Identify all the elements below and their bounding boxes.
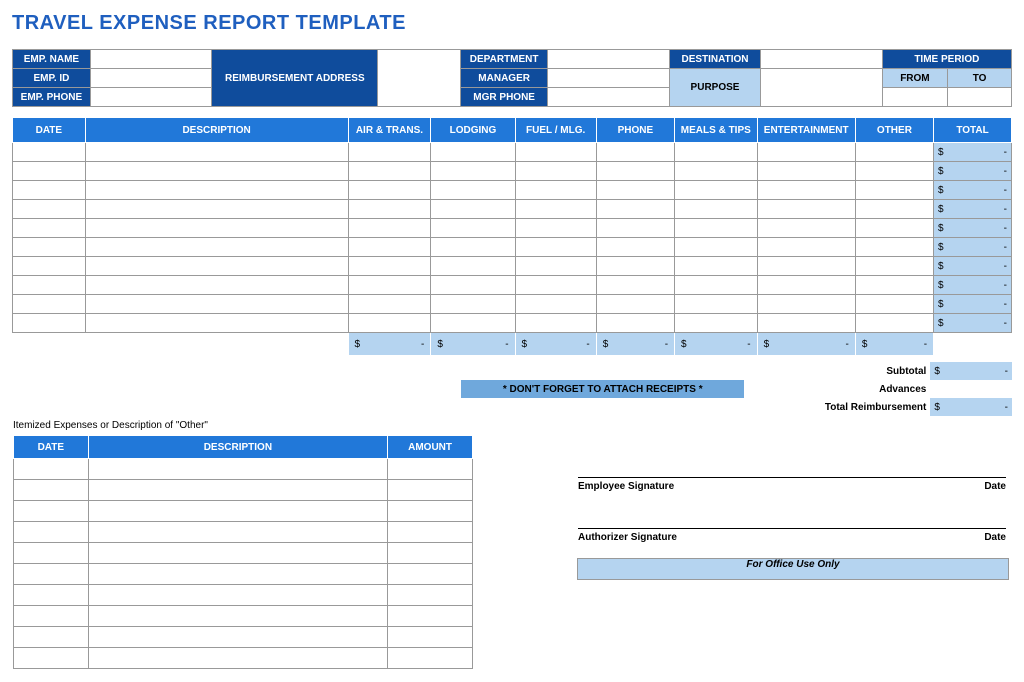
- table-row: $-: [13, 219, 1012, 238]
- sum-ent: $-: [757, 333, 855, 356]
- label-to: TO: [948, 69, 1012, 88]
- sum-meals: $-: [675, 333, 758, 356]
- table-row: $-: [13, 200, 1012, 219]
- table-row: $-: [13, 143, 1012, 162]
- itemized-table: DATE DESCRIPTION AMOUNT: [13, 435, 473, 669]
- label-emp-sig: Employee Signature: [577, 479, 909, 493]
- signature-block: Employee SignatureDate Authorizer Signat…: [577, 446, 1007, 544]
- col-ent: ENTERTAINMENT: [757, 118, 855, 143]
- table-row: $-: [13, 162, 1012, 181]
- table-row: $-: [13, 257, 1012, 276]
- input-department[interactable]: [548, 50, 669, 69]
- row-total: $-: [934, 143, 1012, 162]
- table-row: [14, 585, 473, 606]
- col-amount: AMOUNT: [388, 436, 473, 459]
- sum-air: $-: [348, 333, 431, 356]
- expense-table: DATE DESCRIPTION AIR & TRANS. LODGING FU…: [12, 117, 1012, 356]
- table-row: [14, 648, 473, 669]
- sum-phone: $-: [596, 333, 674, 356]
- emp-sig-line[interactable]: [578, 477, 1006, 478]
- col-date: DATE: [13, 118, 86, 143]
- label-department: DEPARTMENT: [460, 50, 547, 69]
- col-date2: DATE: [14, 436, 89, 459]
- table-row: [14, 522, 473, 543]
- col-lodging: LODGING: [431, 118, 515, 143]
- table-row: [14, 501, 473, 522]
- table-row: [14, 480, 473, 501]
- col-meals: MEALS & TIPS: [675, 118, 758, 143]
- table-row: $-: [13, 238, 1012, 257]
- col-desc: DESCRIPTION: [85, 118, 348, 143]
- table-row: [14, 459, 473, 480]
- sum-fuel: $-: [515, 333, 596, 356]
- input-purpose[interactable]: [761, 69, 882, 107]
- input-to[interactable]: [948, 88, 1012, 107]
- row-total: $-: [934, 276, 1012, 295]
- label-manager: MANAGER: [460, 69, 547, 88]
- row-total: $-: [934, 219, 1012, 238]
- col-phone: PHONE: [596, 118, 674, 143]
- table-row: $-: [13, 276, 1012, 295]
- col-total: TOTAL: [934, 118, 1012, 143]
- label-date2: Date: [909, 530, 1007, 544]
- label-emp-name: EMP. NAME: [13, 50, 91, 69]
- col-desc2: DESCRIPTION: [88, 436, 388, 459]
- column-sum-row: $- $- $- $- $- $- $-: [13, 333, 1012, 356]
- label-purpose: PURPOSE: [669, 69, 761, 107]
- label-reimb-addr: REIMBURSEMENT ADDRESS: [212, 50, 378, 107]
- row-total: $-: [934, 181, 1012, 200]
- page-title: TRAVEL EXPENSE REPORT TEMPLATE: [12, 12, 1012, 35]
- table-row: $-: [13, 295, 1012, 314]
- sum-other: $-: [855, 333, 933, 356]
- row-total: $-: [934, 295, 1012, 314]
- table-row: [14, 543, 473, 564]
- header-table: EMP. NAME REIMBURSEMENT ADDRESS DEPARTME…: [12, 49, 1012, 107]
- input-emp-phone[interactable]: [90, 88, 211, 107]
- auth-sig-line[interactable]: [578, 528, 1006, 529]
- label-auth-sig: Authorizer Signature: [577, 530, 909, 544]
- input-reimb-addr[interactable]: [378, 50, 460, 107]
- row-total: $-: [934, 200, 1012, 219]
- input-from[interactable]: [882, 88, 948, 107]
- input-emp-name[interactable]: [90, 50, 211, 69]
- input-manager[interactable]: [548, 69, 669, 88]
- label-date1: Date: [909, 479, 1007, 493]
- itemized-caption: Itemized Expenses or Description of "Oth…: [13, 420, 483, 431]
- label-emp-id: EMP. ID: [13, 69, 91, 88]
- col-other: OTHER: [855, 118, 933, 143]
- row-total: $-: [934, 238, 1012, 257]
- table-row: [14, 606, 473, 627]
- col-fuel: FUEL / MLG.: [515, 118, 596, 143]
- input-emp-id[interactable]: [90, 69, 211, 88]
- input-mgr-phone[interactable]: [548, 88, 669, 107]
- label-mgr-phone: MGR PHONE: [460, 88, 547, 107]
- col-air: AIR & TRANS.: [348, 118, 431, 143]
- table-row: $-: [13, 181, 1012, 200]
- label-destination: DESTINATION: [669, 50, 761, 69]
- label-time-period: TIME PERIOD: [882, 50, 1011, 69]
- row-total: $-: [934, 162, 1012, 181]
- table-row: [14, 627, 473, 648]
- row-total: $-: [934, 257, 1012, 276]
- table-row: [14, 564, 473, 585]
- label-from: FROM: [882, 69, 948, 88]
- office-use-box: For Office Use Only: [577, 558, 1009, 580]
- input-destination[interactable]: [761, 50, 882, 69]
- row-total: $-: [934, 314, 1012, 333]
- label-emp-phone: EMP. PHONE: [13, 88, 91, 107]
- sum-lodging: $-: [431, 333, 515, 356]
- table-row: $-: [13, 314, 1012, 333]
